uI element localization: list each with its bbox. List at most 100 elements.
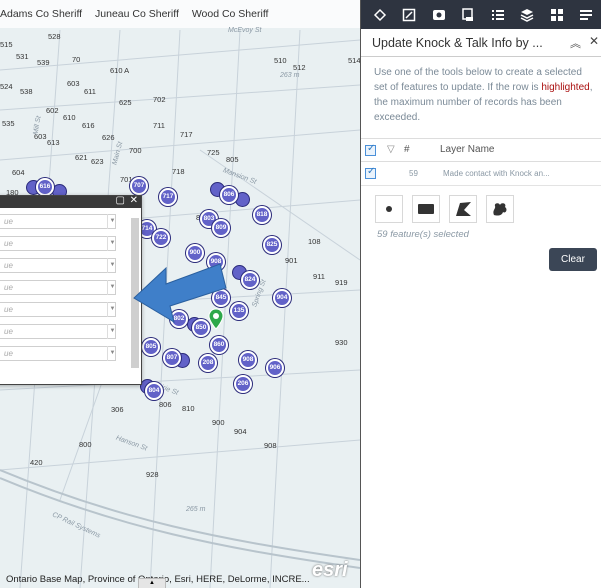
field-input[interactable]: ue — [0, 258, 116, 273]
parcel-label: 515 — [0, 40, 13, 49]
feature-marker[interactable]: 818 — [253, 206, 271, 224]
parcel-label: 535 — [2, 119, 15, 128]
field-input[interactable]: ue — [0, 324, 116, 339]
feature-marker[interactable]: 804 — [145, 382, 163, 400]
feature-marker[interactable]: 717 — [159, 188, 177, 206]
row-layer-name: Made contact with Knock an... — [443, 169, 550, 178]
parcel-label: 626 — [102, 133, 115, 142]
feature-marker[interactable]: 806 — [220, 186, 238, 204]
row-checkbox[interactable] — [365, 166, 376, 179]
parcel-label: 108 — [308, 237, 321, 246]
bookmark-adams[interactable]: Adams Co Sheriff — [0, 8, 82, 20]
column-header-count: # — [404, 144, 410, 155]
parcel-label: 306 — [111, 405, 124, 414]
chevron-down-icon[interactable]: ▼ — [107, 214, 117, 229]
feature-marker[interactable]: 906 — [266, 359, 284, 377]
parcel-label: 700 — [129, 146, 142, 155]
parcel-label: 623 — [91, 157, 104, 166]
edit-icon[interactable] — [395, 0, 425, 29]
field-input[interactable]: ue — [0, 302, 116, 317]
chevron-down-icon[interactable]: ▼ — [107, 324, 117, 339]
feature-marker[interactable]: 807 — [163, 349, 181, 367]
table-header: ▽ # Layer Name — [361, 138, 601, 162]
feature-marker[interactable]: 135 — [230, 302, 248, 320]
parcel-label: 625 — [119, 98, 132, 107]
instructions-text: Use one of the tools below to create a s… — [361, 57, 601, 125]
feature-marker[interactable]: 860 — [210, 336, 228, 354]
parcel-label: 512 — [293, 63, 306, 72]
feature-marker[interactable]: 805 — [142, 338, 160, 356]
parcel-label: 717 — [180, 130, 193, 139]
parcel-label: 621 — [75, 153, 88, 162]
parcel-label: 911 — [313, 272, 325, 281]
collapse-icon[interactable]: ︽ — [570, 35, 581, 51]
chevron-down-icon[interactable]: ▼ — [107, 236, 117, 251]
feature-marker[interactable]: 616 — [36, 178, 54, 196]
parcel-label: 610 A — [110, 66, 130, 75]
select-freehand-button[interactable] — [486, 195, 514, 223]
select-tool-icon[interactable] — [365, 0, 395, 29]
feature-marker[interactable]: 824 — [241, 271, 259, 289]
field-input[interactable]: ue — [0, 214, 116, 229]
field-input[interactable]: ue — [0, 346, 116, 361]
maximize-icon[interactable]: ▢ — [116, 195, 125, 206]
parcel-label: 928 — [146, 470, 159, 479]
elevation-label: 263 m — [280, 72, 300, 79]
parcel-label: 904 — [234, 427, 247, 436]
parcel-label: 718 — [172, 167, 185, 176]
parcel-label: 531 — [16, 52, 29, 61]
list-icon[interactable] — [483, 0, 513, 29]
parcel-label: 602 — [46, 106, 59, 115]
field-row: ue ▼ — [0, 346, 141, 362]
parcel-label: 528 — [48, 32, 61, 41]
bookmark-juneau[interactable]: Juneau Co Sheriff — [95, 8, 179, 20]
select-polygon-button[interactable] — [449, 195, 477, 223]
chevron-down-icon[interactable]: ▼ — [107, 302, 117, 317]
widget-panel: Update Knock & Talk Info by ... ︽ ✕ Use … — [360, 0, 601, 588]
parcel-label: 919 — [335, 278, 348, 287]
parcel-label: 725 — [207, 148, 220, 157]
parcel-label: 702 — [153, 95, 166, 104]
clear-button[interactable]: Clear — [549, 248, 597, 271]
basemap-gallery-icon[interactable] — [542, 0, 572, 29]
map-view[interactable]: Adams Co Sheriff Juneau Co Sheriff Wood … — [0, 0, 360, 588]
field-row: ue ▼ — [0, 302, 141, 318]
feature-marker[interactable]: 809 — [212, 219, 230, 237]
feature-marker[interactable]: 722 — [152, 229, 170, 247]
chevron-down-icon[interactable]: ▼ — [107, 346, 117, 361]
feature-marker[interactable]: 904 — [273, 289, 291, 307]
parcel-label: 711 — [153, 121, 165, 130]
feature-marker[interactable]: 206 — [234, 375, 252, 393]
feature-marker[interactable]: 908 — [239, 351, 257, 369]
elevation-label: 265 m — [186, 506, 206, 513]
parcel-label: 539 — [37, 58, 50, 67]
table-row[interactable]: 59 Made contact with Knock an... — [361, 162, 601, 186]
feature-marker[interactable]: 208 — [199, 354, 217, 372]
bookmark-wood[interactable]: Wood Co Sheriff — [192, 8, 269, 20]
select-all-checkbox[interactable] — [365, 143, 376, 156]
selection-tools — [375, 195, 523, 223]
update-icon[interactable] — [454, 0, 484, 29]
feature-marker[interactable]: 825 — [263, 236, 281, 254]
parcel-label: 603 — [67, 79, 80, 88]
layers-icon[interactable] — [513, 0, 543, 29]
select-point-button[interactable] — [375, 195, 403, 223]
chevron-down-icon[interactable]: ▼ — [107, 258, 117, 273]
parcel-label: 613 — [47, 138, 60, 147]
feature-marker[interactable]: 707 — [130, 177, 148, 195]
filter-icon[interactable]: ▽ — [387, 144, 395, 155]
field-input[interactable]: ue — [0, 236, 116, 251]
screening-icon[interactable] — [424, 0, 454, 29]
parcel-label: 806 — [159, 400, 172, 409]
popup-titlebar: ▢ ✕ — [0, 195, 141, 208]
select-rectangle-button[interactable] — [412, 195, 440, 223]
polygon-icon — [456, 202, 471, 216]
field-row: ue ▼ — [0, 280, 141, 296]
close-icon[interactable]: ✕ — [130, 195, 138, 206]
chevron-down-icon[interactable]: ▼ — [107, 280, 117, 295]
close-icon[interactable]: ✕ — [589, 34, 599, 48]
annotation-arrow — [133, 263, 227, 324]
more-icon[interactable] — [572, 0, 601, 29]
attribute-table-toggle[interactable]: ▲ — [138, 578, 166, 588]
field-input[interactable]: ue — [0, 280, 116, 295]
